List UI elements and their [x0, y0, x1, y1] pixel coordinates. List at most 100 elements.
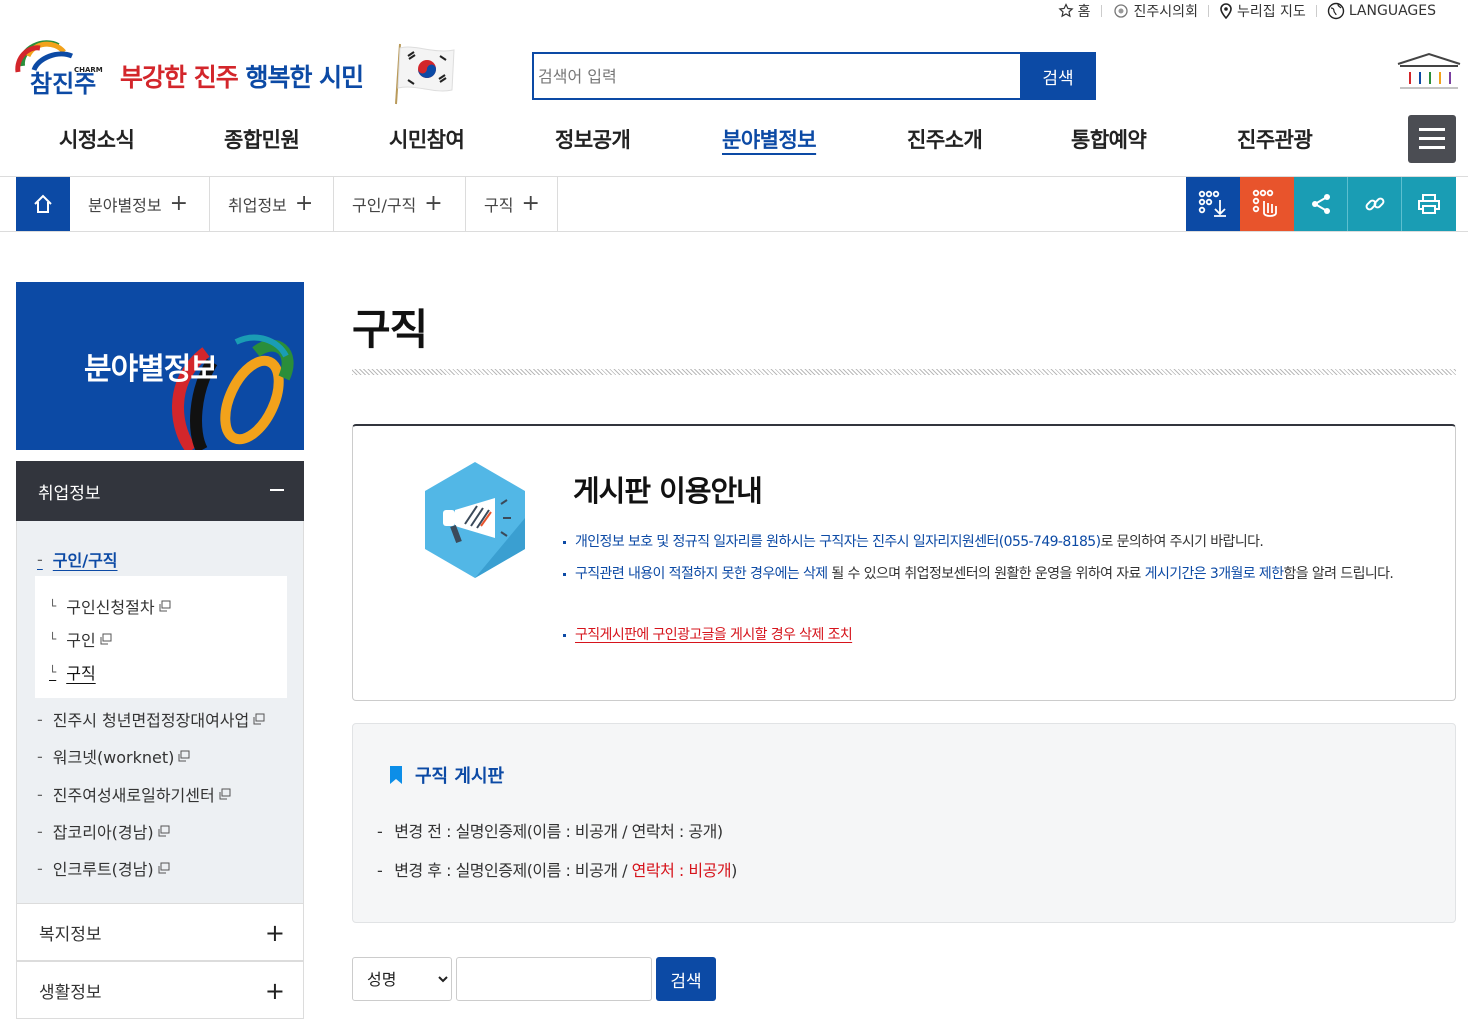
- lnb-item[interactable]: - 진주시 청년면접정장대여사업: [37, 707, 265, 731]
- location-pin-icon: [1220, 3, 1232, 19]
- plus-icon: +: [264, 919, 285, 947]
- util-home-link[interactable]: 홈: [1048, 1, 1101, 21]
- page-tools: [1186, 177, 1456, 231]
- new-window-icon: [178, 750, 190, 762]
- share-icon: [1311, 194, 1330, 214]
- new-window-icon: [253, 713, 265, 725]
- breadcrumb-item[interactable]: 구인/구직 +: [334, 177, 466, 231]
- lnb-item[interactable]: - 워크넷(worknet): [37, 744, 190, 768]
- gnb-item[interactable]: 진주소개: [907, 124, 983, 154]
- board-search-input[interactable]: [456, 957, 652, 1001]
- lnb-section-toggle[interactable]: 취업정보: [16, 461, 304, 521]
- plus-icon: +: [294, 191, 314, 216]
- page-title: 구직: [352, 305, 428, 354]
- lnb-depth3-item[interactable]: └ 구인신청절차: [49, 594, 171, 618]
- lnb-item-active[interactable]: - 구인/구직: [37, 547, 118, 571]
- search-field-select[interactable]: 성명: [352, 957, 452, 1001]
- board-notice-box: 구직 게시판 - 변경 전 : 실명인증제(이름 : 비공개 / 연락처 : 공개…: [352, 723, 1456, 923]
- breadcrumb-item[interactable]: 분야별정보 +: [70, 177, 210, 231]
- main-navigation: 시정소식 종합민원 시민참여 정보공개 분야별정보 진주소개 통합예약 진주관광: [0, 110, 1468, 166]
- gnb-item-active[interactable]: 분야별정보: [722, 124, 817, 154]
- board-search-button[interactable]: 검색: [656, 957, 716, 1001]
- gnb-item[interactable]: 시민참여: [389, 124, 465, 154]
- search-button[interactable]: 검색: [1020, 52, 1096, 100]
- lnb-menu-welfare[interactable]: 복지정보 +: [16, 903, 304, 961]
- board-guide-box: 게시판 이용안내 개인정보 보호 및 정규직 일자리를 원하시는 구직자는 진주…: [352, 424, 1456, 701]
- util-council-label: 진주시의회: [1133, 4, 1198, 20]
- guide-line-2: 구직관련 내용이 적절하지 못한 경우에는 삭제 될 수 있으며 취업정보센터의…: [563, 560, 1435, 588]
- gnb-item[interactable]: 진주관광: [1237, 124, 1313, 154]
- slogan-red: 부강한 진주: [120, 63, 239, 92]
- lnb-item[interactable]: - 잡코리아(경남): [37, 819, 170, 843]
- title-divider: [352, 369, 1456, 375]
- print-icon: [1418, 194, 1440, 214]
- dots-hand-icon: [1252, 189, 1277, 217]
- all-menu-button[interactable]: [1408, 115, 1456, 163]
- megaphone-icon: [425, 462, 525, 578]
- new-window-icon: [219, 788, 231, 800]
- breadcrumb-item[interactable]: 구직 +: [466, 177, 558, 231]
- utility-bar: 홈 진주시의회 누리집 지도 LANGUAGES: [1048, 0, 1446, 22]
- lnb-menu-living[interactable]: 생활정보 +: [16, 961, 304, 1019]
- gnb-item[interactable]: 시정소식: [59, 124, 135, 154]
- new-window-icon: [158, 862, 170, 874]
- guide-line-3: 구직게시판에 구인광고글을 게시할 경우 삭제 조치: [563, 621, 1435, 649]
- lnb-item[interactable]: - 진주여성새로일하기센터: [37, 782, 231, 806]
- guide-title: 게시판 이용안내: [573, 474, 763, 508]
- board-title: 구직 게시판: [389, 762, 504, 788]
- board-change-after: - 변경 후 : 실명인증제(이름 : 비공개 / 연락처 : 비공개): [377, 861, 737, 880]
- gnb-item[interactable]: 종합민원: [224, 124, 300, 154]
- new-window-icon: [158, 825, 170, 837]
- share-button[interactable]: [1294, 177, 1348, 231]
- site-search: 검색: [532, 52, 1096, 100]
- util-home-label: 홈: [1077, 4, 1091, 20]
- lnb-depth3-item[interactable]: └ 구인: [49, 627, 112, 651]
- location-bar: 분야별정보 + 취업정보 + 구인/구직 + 구직 +: [0, 176, 1468, 232]
- lnb-submenu: - 구인/구직 └ 구인신청절차 └ 구인 └ 구직 - 진주시 청년면접정장대여사업 -…: [16, 521, 304, 904]
- site-logo[interactable]: 참진주 CHARM JINJU: [14, 36, 125, 100]
- lnb-depth3: └ 구인신청절차 └ 구인 └ 구직: [35, 576, 287, 698]
- copy-link-button[interactable]: [1348, 177, 1402, 231]
- korean-flag-icon: [395, 43, 455, 105]
- slogan-blue: 행복한 시민: [245, 63, 364, 92]
- home-button[interactable]: [16, 177, 70, 231]
- util-council-link[interactable]: 진주시의회: [1102, 1, 1208, 21]
- util-sitemap-label: 누리집 지도: [1236, 4, 1306, 20]
- home-icon: [34, 194, 52, 213]
- lnb-title: 분야별정보: [84, 352, 218, 387]
- svg-text:참진주: 참진주: [30, 70, 96, 98]
- new-window-icon: [159, 600, 171, 612]
- svg-text:CHARM JINJU: CHARM JINJU: [74, 66, 104, 74]
- bookmark-icon: [390, 766, 402, 784]
- download-button[interactable]: [1186, 177, 1240, 231]
- minus-icon: [270, 489, 284, 491]
- star-icon: [1058, 3, 1074, 18]
- touch-button[interactable]: [1240, 177, 1294, 231]
- link-icon: [1365, 197, 1384, 211]
- city-of-crafts-logo[interactable]: [1396, 52, 1462, 96]
- site-slogan: 부강한 진주 행복한 시민: [120, 58, 364, 94]
- charm-jinju-logo: 참진주 CHARM JINJU: [15, 40, 125, 98]
- globe-icon: [1327, 2, 1345, 20]
- hamburger-icon: [1419, 128, 1445, 131]
- gnb-item[interactable]: 정보공개: [555, 124, 631, 154]
- board-change-before: - 변경 전 : 실명인증제(이름 : 비공개 / 연락처 : 공개): [377, 822, 723, 841]
- lnb-section-label: 취업정보: [38, 483, 101, 504]
- guide-line-1: 개인정보 보호 및 정규직 일자리를 원하시는 구직자는 진주시 일자리지원센터…: [563, 528, 1435, 556]
- lnb-depth3-item-active[interactable]: └ 구직: [49, 660, 96, 684]
- lnb-item[interactable]: - 인크루트(경남): [37, 856, 170, 880]
- board-search-form: 성명 검색: [352, 957, 716, 1001]
- dots-download-icon: [1198, 190, 1226, 217]
- search-input[interactable]: [532, 52, 1020, 100]
- new-window-icon: [100, 633, 112, 645]
- plus-icon: +: [521, 191, 540, 216]
- util-sitemap-link[interactable]: 누리집 지도: [1209, 1, 1316, 21]
- util-languages-link[interactable]: LANGUAGES: [1317, 2, 1446, 20]
- plus-icon: +: [169, 191, 189, 216]
- util-languages-label: LANGUAGES: [1348, 3, 1436, 19]
- gnb-item[interactable]: 통합예약: [1071, 124, 1147, 154]
- print-button[interactable]: [1402, 177, 1456, 231]
- plus-icon: +: [264, 977, 285, 1005]
- breadcrumb-item[interactable]: 취업정보 +: [210, 177, 334, 231]
- lnb-title-banner: 분야별정보: [16, 282, 304, 450]
